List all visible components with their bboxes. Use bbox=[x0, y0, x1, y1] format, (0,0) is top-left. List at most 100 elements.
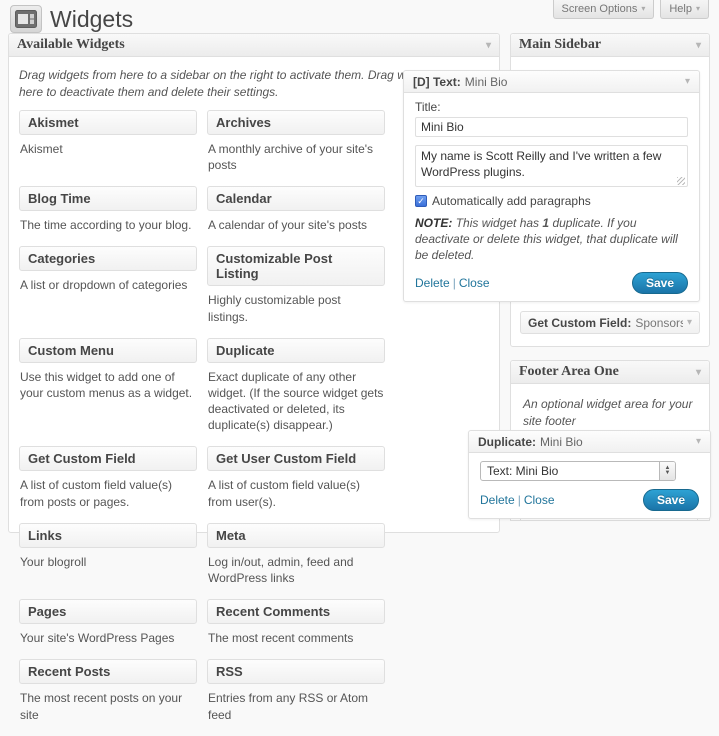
widgets-admin-page: Screen Options ▾ Help ▾ Widgets Availabl… bbox=[0, 0, 719, 520]
text-widget-form: Title: My name is Scott Reilly and I've … bbox=[404, 93, 699, 301]
widget-description: The most recent comments bbox=[208, 630, 384, 646]
chevron-down-icon: ▾ bbox=[641, 4, 645, 13]
available-widget-card: Get Custom Field A list of custom field … bbox=[19, 446, 197, 509]
note-count: 1 bbox=[542, 216, 549, 230]
admin-tabs: Screen Options ▾ Help ▾ bbox=[553, 0, 709, 19]
widget-drag-handle[interactable]: Customizable Post Listing bbox=[207, 246, 385, 286]
widget-drag-handle[interactable]: RSS bbox=[207, 659, 385, 684]
screen-options-label: Screen Options bbox=[562, 3, 638, 15]
widget-description: Use this widget to add one of your custo… bbox=[20, 369, 196, 401]
widget-drag-handle[interactable]: Custom Menu bbox=[19, 338, 197, 363]
available-widgets-title: Available Widgets bbox=[17, 37, 125, 53]
widget-name: Duplicate: bbox=[478, 435, 536, 449]
available-widget-card: Recent Posts The most recent posts on yo… bbox=[19, 659, 197, 722]
available-widget-card: Pages Your site's WordPress Pages bbox=[19, 599, 197, 646]
delete-link[interactable]: Delete bbox=[415, 276, 450, 290]
help-label: Help bbox=[669, 3, 692, 15]
widget-text-textarea[interactable]: My name is Scott Reilly and I've written… bbox=[415, 145, 688, 187]
widget-name: [D] Text: bbox=[413, 75, 461, 89]
widget-description: A list of custom field value(s) from pos… bbox=[20, 477, 196, 509]
available-widget-card: Archives A monthly archive of your site'… bbox=[207, 110, 385, 173]
duplicate-widget-form: Text: Mini Bio ▲ ▼ Delete|Close Save bbox=[469, 453, 710, 518]
page-header: Widgets bbox=[10, 5, 133, 33]
close-link[interactable]: Close bbox=[459, 276, 490, 290]
widget-description: Log in/out, admin, feed and WordPress li… bbox=[208, 554, 384, 586]
widget-toggle-icon[interactable]: ▾ bbox=[687, 317, 692, 328]
widget-drag-handle[interactable]: Recent Posts bbox=[19, 659, 197, 684]
available-widget-card: Get User Custom Field A list of custom f… bbox=[207, 446, 385, 509]
widget-description: Your site's WordPress Pages bbox=[20, 630, 196, 646]
panel-toggle-icon[interactable]: ▾ bbox=[486, 40, 491, 51]
duplicate-source-select[interactable]: Text: Mini Bio ▲ ▼ bbox=[480, 461, 676, 481]
widget-description: The time according to your blog. bbox=[20, 217, 196, 233]
widget-description: The most recent posts on your site bbox=[20, 690, 196, 722]
save-button[interactable]: Save bbox=[643, 489, 699, 511]
widget-description: A calendar of your site's posts bbox=[208, 217, 384, 233]
widget-drag-handle[interactable]: Calendar bbox=[207, 186, 385, 211]
select-row: Text: Mini Bio ▲ ▼ bbox=[480, 461, 699, 481]
note-keyword: NOTE: bbox=[415, 216, 452, 230]
widget-description: A list of custom field value(s) from use… bbox=[208, 477, 384, 509]
widget-description: Highly customizable post listings. bbox=[208, 292, 384, 324]
widget-links: Delete|Close bbox=[480, 493, 643, 507]
available-widget-card: Links Your blogroll bbox=[19, 523, 197, 586]
footer-area-header: Footer Area One ▾ bbox=[511, 361, 709, 384]
autop-checkbox[interactable]: ✓ bbox=[415, 195, 427, 207]
available-widget-card: Calendar A calendar of your site's posts bbox=[207, 186, 385, 233]
available-widgets-header: Available Widgets ▾ bbox=[9, 34, 499, 57]
widget-drag-handle[interactable]: Get User Custom Field bbox=[207, 446, 385, 471]
widget-drag-handle[interactable]: Recent Comments bbox=[207, 599, 385, 624]
available-widget-card: Recent Comments The most recent comments bbox=[207, 599, 385, 646]
widget-description: A list or dropdown of categories bbox=[20, 277, 196, 293]
widget-toggle-icon[interactable]: ▾ bbox=[696, 436, 701, 447]
available-widget-card: Custom Menu Use this widget to add one o… bbox=[19, 338, 197, 434]
available-widget-card: Categories A list or dropdown of categor… bbox=[19, 246, 197, 324]
duplicate-widget-open: Duplicate: Mini Bio ▾ Text: Mini Bio ▲ ▼… bbox=[468, 430, 711, 519]
widget-title-input[interactable] bbox=[415, 117, 688, 137]
widgets-icon bbox=[10, 5, 42, 33]
duplicate-widget-actions: Delete|Close Save bbox=[480, 489, 699, 511]
widget-description: Exact duplicate of any other widget. (If… bbox=[208, 369, 384, 434]
widget-drag-handle[interactable]: Duplicate bbox=[207, 338, 385, 363]
selected-option: Text: Mini Bio bbox=[481, 464, 659, 478]
widget-drag-handle[interactable]: Meta bbox=[207, 523, 385, 548]
widget-instance-title: Mini Bio bbox=[540, 435, 692, 449]
note-text-pre: This widget has bbox=[456, 216, 539, 230]
link-separator: | bbox=[453, 276, 456, 290]
widget-instance-title: Sponsors bbox=[635, 316, 683, 330]
available-widget-card: Customizable Post Listing Highly customi… bbox=[207, 246, 385, 324]
widget-drag-handle[interactable]: Categories bbox=[19, 246, 197, 271]
widget-drag-handle[interactable]: Akismet bbox=[19, 110, 197, 135]
link-separator: | bbox=[518, 493, 521, 507]
available-widget-card: Duplicate Exact duplicate of any other w… bbox=[207, 338, 385, 434]
save-button[interactable]: Save bbox=[632, 272, 688, 294]
duplicate-widget-header[interactable]: Duplicate: Mini Bio ▾ bbox=[469, 431, 710, 453]
sidebar-widget-get-custom-field[interactable]: Get Custom Field: Sponsors ▾ bbox=[520, 311, 700, 334]
stepper-down-icon: ▼ bbox=[665, 471, 671, 476]
panel-toggle-icon[interactable]: ▾ bbox=[696, 367, 701, 378]
panel-toggle-icon[interactable]: ▾ bbox=[696, 40, 701, 51]
available-widget-card: Akismet Akismet bbox=[19, 110, 197, 173]
widget-toggle-icon[interactable]: ▾ bbox=[685, 76, 690, 87]
text-widget-open: [D] Text: Mini Bio ▾ Title: My name is S… bbox=[403, 70, 700, 302]
chevron-down-icon: ▾ bbox=[696, 4, 700, 13]
title-field-label: Title: bbox=[415, 100, 688, 114]
widget-drag-handle[interactable]: Blog Time bbox=[19, 186, 197, 211]
available-widget-card: RSS Entries from any RSS or Atom feed bbox=[207, 659, 385, 722]
footer-area-description: An optional widget area for your site fo… bbox=[523, 396, 697, 431]
widget-drag-handle[interactable]: Archives bbox=[207, 110, 385, 135]
widget-drag-handle[interactable]: Pages bbox=[19, 599, 197, 624]
available-widget-card: Blog Time The time according to your blo… bbox=[19, 186, 197, 233]
duplicate-note: NOTE: This widget has 1 duplicate. If yo… bbox=[415, 215, 688, 264]
delete-link[interactable]: Delete bbox=[480, 493, 515, 507]
widget-links: Delete|Close bbox=[415, 276, 632, 290]
widget-drag-handle[interactable]: Links bbox=[19, 523, 197, 548]
text-widget-header[interactable]: [D] Text: Mini Bio ▾ bbox=[404, 71, 699, 93]
help-button[interactable]: Help ▾ bbox=[660, 0, 709, 19]
text-widget-actions: Delete|Close Save bbox=[415, 272, 688, 294]
screen-options-button[interactable]: Screen Options ▾ bbox=[553, 0, 655, 19]
main-sidebar-header: Main Sidebar ▾ bbox=[511, 34, 709, 57]
main-sidebar-title: Main Sidebar bbox=[519, 37, 601, 53]
widget-drag-handle[interactable]: Get Custom Field bbox=[19, 446, 197, 471]
close-link[interactable]: Close bbox=[524, 493, 555, 507]
